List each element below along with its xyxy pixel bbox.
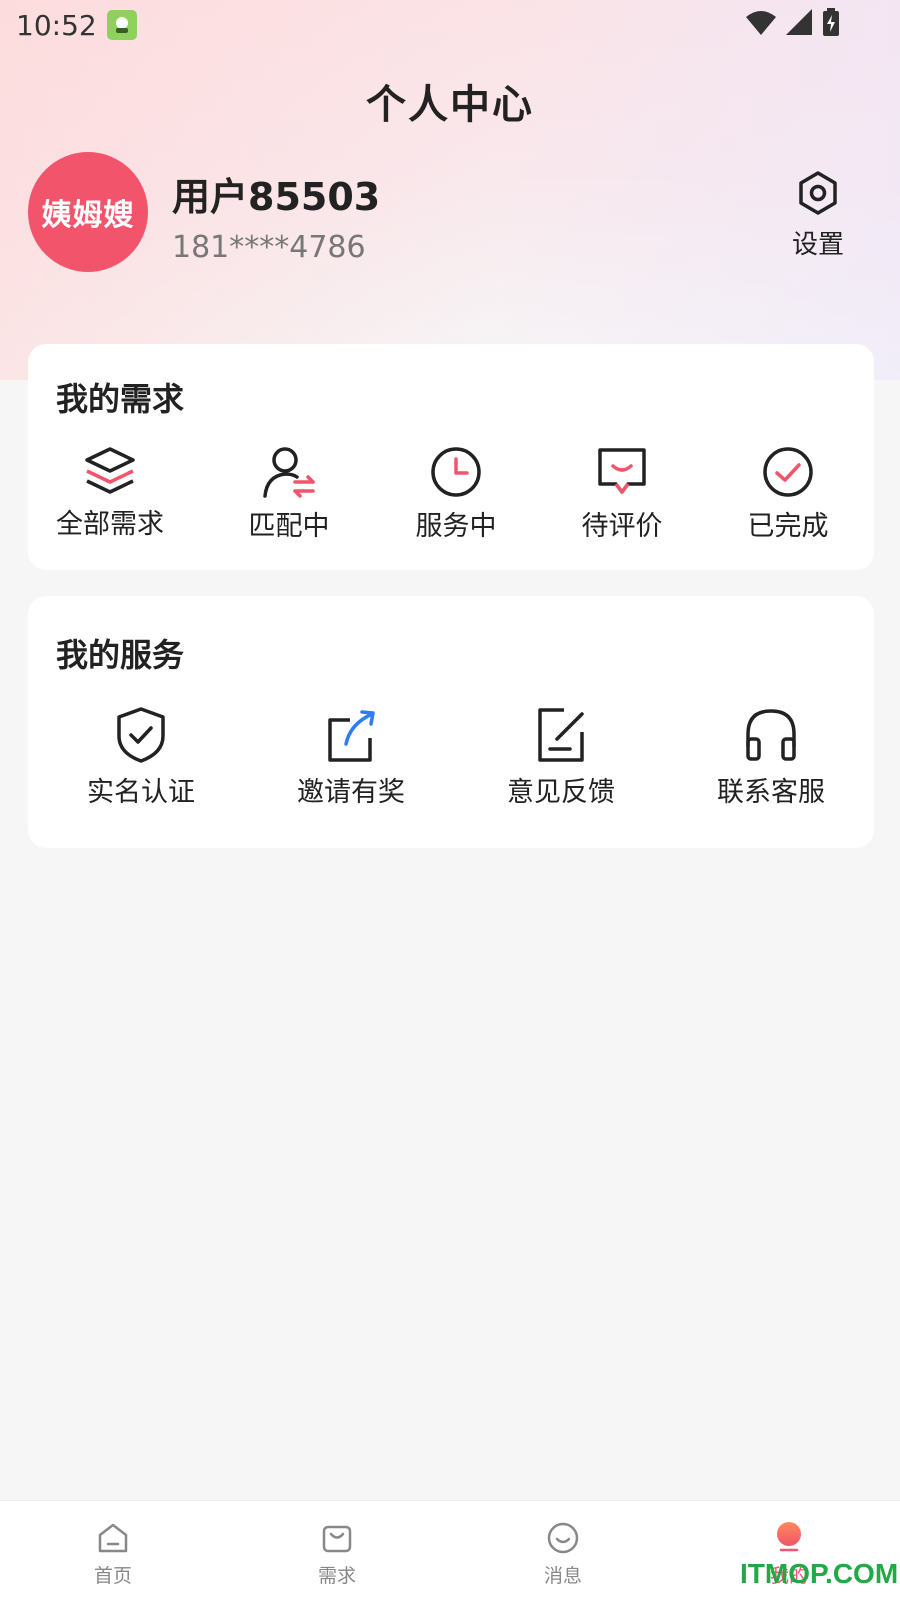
demand-all-label: 全部需求 [56, 509, 164, 540]
service-customer-support-label: 联系客服 [717, 777, 825, 808]
avatar-text: 姨姆嫂 [41, 198, 135, 233]
gear-icon [799, 171, 837, 215]
chat-icon [547, 1522, 579, 1554]
profile-icon [777, 1522, 801, 1552]
status-time: 10:52 [16, 8, 97, 42]
tab-home[interactable]: 首页 [68, 1521, 158, 1588]
layers-icon [85, 447, 135, 494]
demand-matching[interactable]: 匹配中 [234, 446, 344, 543]
my-services-title: 我的服务 [56, 636, 185, 674]
shield-check-icon [117, 707, 165, 763]
settings-label: 设置 [791, 230, 844, 260]
user-phone: 181****4786 [172, 230, 366, 265]
share-icon [328, 710, 375, 762]
clock-icon [431, 447, 481, 497]
message-icon [598, 448, 646, 494]
my-demands-card: 我的需求 全部需求 匹配中 服务中 待评价 已完成 [28, 344, 874, 570]
headphones-icon [746, 709, 796, 761]
service-invite-label: 邀请有奖 [297, 777, 405, 808]
tab-messages-label: 消息 [543, 1565, 582, 1587]
app-notification-icon [106, 10, 137, 40]
my-demands-title: 我的需求 [56, 380, 185, 418]
settings-button[interactable]: 设置 [780, 170, 856, 261]
my-services-card: 我的服务 实名认证 邀请有奖 意见反馈 联系客服 [28, 596, 874, 848]
tab-demands[interactable]: 需求 [292, 1521, 382, 1588]
service-feedback-label: 意见反馈 [507, 777, 615, 808]
service-invite[interactable]: 邀请有奖 [286, 706, 416, 809]
demand-completed-label: 已完成 [747, 511, 829, 542]
tab-demands-label: 需求 [317, 1565, 356, 1587]
service-real-name[interactable]: 实名认证 [76, 706, 206, 809]
demand-to-review[interactable]: 待评价 [567, 446, 677, 543]
service-real-name-label: 实名认证 [87, 777, 195, 808]
wifi-icon [746, 11, 776, 35]
signal-icon [786, 9, 812, 35]
check-circle-icon [763, 447, 813, 497]
demand-in-service-label: 服务中 [415, 511, 497, 542]
service-feedback[interactable]: 意见反馈 [496, 706, 626, 809]
service-customer-support[interactable]: 联系客服 [706, 706, 836, 809]
bag-icon [322, 1525, 352, 1553]
tab-home-label: 首页 [93, 1565, 132, 1587]
page-title: 个人中心 [366, 82, 534, 128]
user-name: 用户85503 [172, 175, 381, 219]
edit-note-icon [538, 708, 584, 762]
battery-icon [823, 8, 839, 36]
status-indicators [746, 8, 840, 36]
demand-completed[interactable]: 已完成 [733, 446, 843, 543]
demand-matching-label: 匹配中 [248, 511, 330, 542]
demand-all[interactable]: 全部需求 [50, 446, 170, 541]
demand-to-review-label: 待评价 [581, 511, 663, 542]
watermark: ITMOP.COM [740, 1558, 899, 1589]
demand-in-service[interactable]: 服务中 [401, 446, 511, 543]
home-icon [98, 1523, 128, 1553]
tab-messages[interactable]: 消息 [518, 1521, 608, 1588]
status-bar: 10:52 [0, 0, 900, 50]
avatar[interactable]: 姨姆嫂 [28, 152, 148, 272]
user-swap-icon [263, 447, 315, 498]
